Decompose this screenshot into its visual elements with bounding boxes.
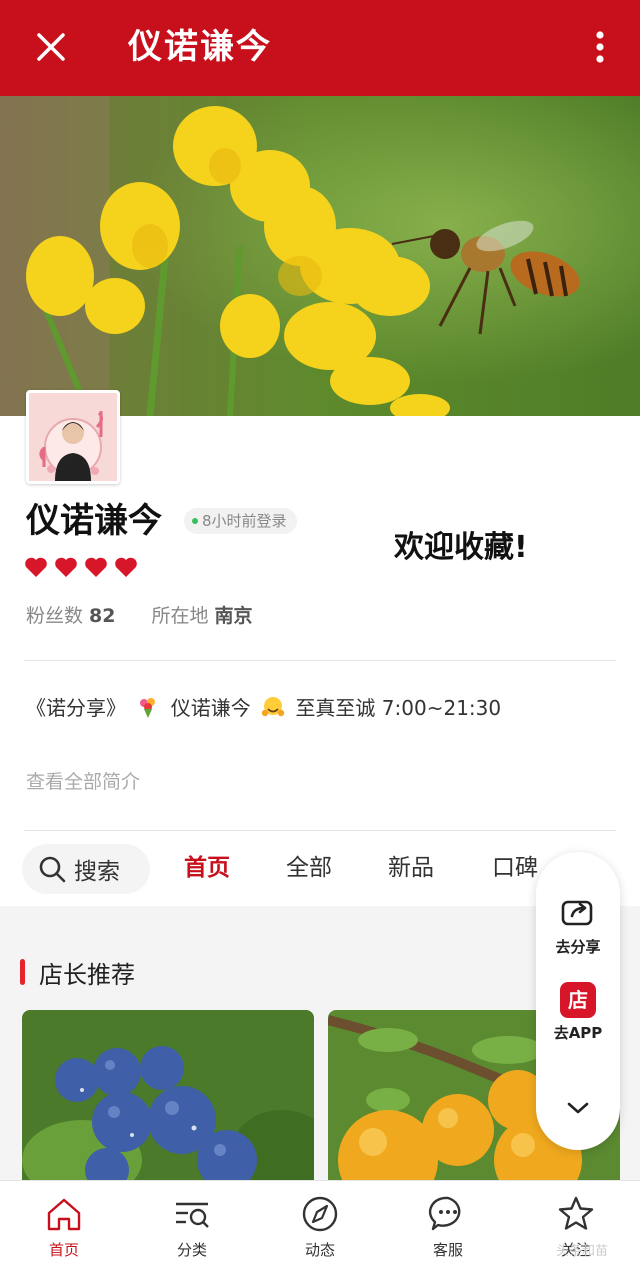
section-title: 店长推荐 xyxy=(20,954,135,990)
bottom-nav-bar: 首页 分类 动态 客服 关注 xyxy=(0,1180,640,1263)
search-label: 搜索 xyxy=(74,859,120,885)
more-icon[interactable] xyxy=(584,26,616,68)
share-label: 去分享 xyxy=(555,938,601,956)
heart-icon xyxy=(115,557,137,577)
bottom-nav-home[interactable]: 首页 xyxy=(24,1195,104,1260)
chevron-down-icon xyxy=(567,1102,589,1114)
home-icon xyxy=(47,1198,81,1231)
fans-label: 粉丝数 xyxy=(26,605,84,627)
fans-count: 82 xyxy=(89,605,116,627)
bottom-nav-label: 分类 xyxy=(176,1241,207,1259)
welcome-text: 欢迎收藏! xyxy=(394,530,528,565)
shop-avatar[interactable] xyxy=(26,390,120,484)
share-button[interactable]: 去分享 xyxy=(536,898,620,957)
blueberry-image xyxy=(22,1010,314,1186)
compass-icon xyxy=(302,1196,338,1232)
close-icon[interactable] xyxy=(30,26,72,68)
shop-banner-image xyxy=(0,96,640,416)
divider xyxy=(24,830,616,831)
search-button[interactable]: 搜索 xyxy=(22,844,150,894)
shop-app-icon: 店 xyxy=(560,982,596,1018)
intro-text-1: 《诺分享》 xyxy=(26,696,126,720)
divider xyxy=(24,660,616,661)
bottom-nav-label: 首页 xyxy=(48,1241,79,1259)
tab-all[interactable]: 全部 xyxy=(286,848,332,888)
location-value: 南京 xyxy=(214,605,253,627)
open-app-label: 去APP xyxy=(553,1024,603,1042)
chat-icon xyxy=(428,1196,461,1231)
location-label: 所在地 xyxy=(151,605,209,627)
heart-icon xyxy=(55,557,77,577)
shop-name: 仪诺谦今 xyxy=(26,501,162,541)
intro-text-3: 至真至诚 7:00~21:30 xyxy=(295,696,502,720)
page-title: 仪诺谦今 xyxy=(128,27,272,67)
floating-action-panel: 去分享 店 去APP xyxy=(536,852,620,1150)
section-accent-bar xyxy=(20,959,25,985)
watermark: 头条和苗 xyxy=(556,1244,609,1259)
view-all-intro-link[interactable]: 查看全部简介 xyxy=(26,766,140,798)
heart-icon xyxy=(85,557,107,577)
tab-home[interactable]: 首页 xyxy=(184,848,230,888)
share-icon xyxy=(561,900,593,926)
product-card-blueberry[interactable] xyxy=(22,1010,314,1186)
online-dot-icon xyxy=(192,517,198,524)
login-status-text: 8小时前登录 xyxy=(202,512,287,530)
heart-icon xyxy=(25,557,47,577)
bottom-nav-label: 客服 xyxy=(432,1241,463,1259)
bottom-nav-feed[interactable]: 动态 xyxy=(280,1195,360,1260)
search-icon xyxy=(39,856,66,883)
intro-text-2: 仪诺谦今 xyxy=(170,696,251,720)
bottom-nav-label: 动态 xyxy=(304,1241,335,1259)
bouquet-emoji-icon xyxy=(140,698,156,718)
hugging-face-emoji-icon xyxy=(261,697,285,717)
tab-new[interactable]: 新品 xyxy=(388,848,434,888)
login-status-badge: 8小时前登录 xyxy=(184,508,297,534)
section-title-text: 店长推荐 xyxy=(39,960,135,989)
category-search-icon xyxy=(176,1202,209,1228)
shop-rating-hearts xyxy=(24,556,144,582)
collapse-panel-button[interactable] xyxy=(536,1100,620,1120)
tab-reviews[interactable]: 口碑 xyxy=(492,848,538,888)
bottom-nav-category[interactable]: 分类 xyxy=(152,1195,232,1260)
shop-stats: 粉丝数 82 所在地 南京 xyxy=(26,600,253,632)
open-app-button[interactable]: 店 去APP xyxy=(536,982,620,1043)
top-bar: 仪诺谦今 xyxy=(0,0,640,96)
shop-intro: 《诺分享》 仪诺谦今 至真至诚 7:00~21:30 xyxy=(26,690,501,726)
star-icon xyxy=(558,1196,594,1230)
bottom-nav-service[interactable]: 客服 xyxy=(408,1195,488,1260)
